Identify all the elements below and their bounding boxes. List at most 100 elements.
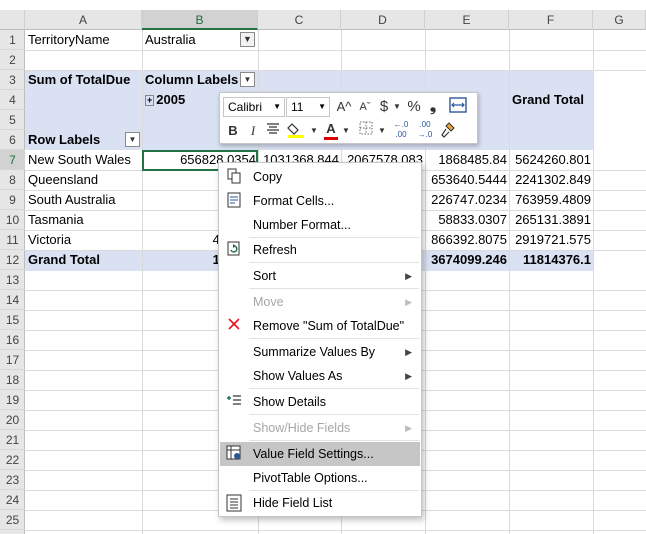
currency-icon[interactable]: $ [377,97,391,117]
value-cell[interactable]: 226747.0234 [425,190,507,210]
grand-total-row-label[interactable]: Grand Total [28,250,140,270]
grand-total-cell[interactable]: 11814376.1 [509,250,591,270]
column-header-f[interactable]: F [509,10,593,30]
row-header[interactable]: 8 [0,170,25,190]
fill-color-icon[interactable] [286,121,308,141]
column-header-d[interactable]: D [341,10,425,30]
filter-field-value[interactable]: Australia [145,30,235,50]
menu-item-show-details[interactable]: Show Details [220,390,420,414]
row-header[interactable]: 2 [0,50,25,70]
menu-item-remove-field[interactable]: Remove "Sum of TotalDue" [220,314,420,338]
menu-item-show-values-as[interactable]: Show Values As ▶ [220,364,420,388]
row-header[interactable]: 7 [0,150,25,170]
menu-label-summarize: Summarize Values By [253,345,376,359]
percent-icon[interactable]: % [405,97,423,117]
menu-label-show-hide-fields: Show/Hide Fields [253,421,351,435]
row-header[interactable]: 1 [0,30,25,50]
row-label[interactable]: New South Wales [28,150,140,170]
filter-field-label[interactable]: TerritoryName [28,30,140,50]
increase-font-icon[interactable]: A^ [335,97,353,117]
value-cell[interactable]: 763959.4809 [509,190,591,210]
decrease-decimal-icon[interactable]: .00 →.0 [414,120,436,140]
column-labels-dropdown-icon[interactable]: ▼ [240,72,255,87]
borders-icon[interactable] [357,121,375,141]
menu-item-format-cells[interactable]: Format Cells... [220,189,420,213]
row-header[interactable]: 17 [0,350,25,370]
row-labels-dropdown-icon[interactable]: ▼ [125,132,140,147]
column-header-b[interactable]: B [142,10,258,30]
menu-item-refresh[interactable]: Refresh [220,238,420,262]
column-header-g[interactable]: G [593,10,646,30]
font-color-icon[interactable]: A [323,119,339,140]
row-header[interactable]: 12 [0,250,25,270]
row-header[interactable]: 10 [0,210,25,230]
chevron-down-icon: ▼ [318,102,326,111]
value-cell[interactable]: 265131.3891 [509,210,591,230]
row-label[interactable]: South Australia [28,190,140,210]
row-header[interactable]: 6 [0,130,25,150]
row-header[interactable]: 20 [0,410,25,430]
row-header[interactable]: 5 [0,110,25,130]
year-2005-label: 2005 [156,92,186,107]
column-labels-header[interactable]: Column Labels [145,70,240,90]
column-header-a[interactable]: A [25,10,142,30]
row-header[interactable]: 19 [0,390,25,410]
chevron-down-icon[interactable]: ▼ [377,121,387,141]
column-header-e[interactable]: E [425,10,509,30]
row-header[interactable]: 11 [0,230,25,250]
row-label[interactable]: Tasmania [28,210,140,230]
row-header[interactable]: 15 [0,310,25,330]
row-header[interactable]: 18 [0,370,25,390]
row-header[interactable]: 22 [0,450,25,470]
merge-center-icon[interactable] [448,97,468,117]
menu-item-summarize-values-by[interactable]: Summarize Values By ▶ [220,340,420,364]
value-cell[interactable]: 866392.8075 [425,230,507,250]
column-header-c[interactable]: C [258,10,341,30]
menu-item-number-format[interactable]: Number Format... [220,213,420,237]
value-cell[interactable]: 2241302.849 [509,170,591,190]
filter-funnel-icon[interactable]: ▼ [240,32,255,47]
font-size-dropdown[interactable]: 11 ▼ [286,97,330,117]
comma-style-icon[interactable]: ❟ [426,97,440,117]
align-center-icon[interactable] [264,121,282,141]
row-header[interactable]: 14 [0,290,25,310]
submenu-arrow-icon: ▶ [405,297,412,307]
value-cell[interactable]: 5624260.801 [509,150,591,170]
chevron-down-icon[interactable]: ▼ [392,97,402,117]
value-cell[interactable]: 58833.0307 [425,210,507,230]
year-2005-header[interactable]: +2005 [145,90,205,110]
menu-item-value-field-settings[interactable]: Value Field Settings... [220,442,420,466]
chevron-down-icon[interactable]: ▼ [341,121,351,141]
row-labels-header[interactable]: Row Labels [28,130,128,150]
row-header[interactable]: 3 [0,70,25,90]
expand-plus-icon[interactable]: + [145,95,155,107]
row-header[interactable]: 24 [0,490,25,510]
font-name-dropdown[interactable]: Calibri ▼ [223,97,285,117]
grand-total-cell[interactable]: 3674099.246 [425,250,507,270]
menu-item-sort[interactable]: Sort ▶ [220,264,420,288]
row-header[interactable]: 21 [0,430,25,450]
chevron-down-icon[interactable]: ▼ [309,121,319,141]
decrease-font-icon[interactable]: Aˇ [356,97,374,117]
row-header[interactable]: 16 [0,330,25,350]
row-header[interactable]: 4 [0,90,25,110]
value-cell[interactable]: 2919721.575 [509,230,591,250]
values-field-label[interactable]: Sum of TotalDue [28,70,140,90]
menu-item-hide-field-list[interactable]: Hide Field List [220,491,420,515]
row-header[interactable]: 9 [0,190,25,210]
value-cell[interactable]: 653640.5444 [425,170,507,190]
format-painter-icon[interactable] [438,121,458,141]
select-all-corner[interactable] [0,10,25,30]
row-header[interactable]: 25 [0,510,25,530]
row-header[interactable]: 13 [0,270,25,290]
increase-decimal-icon[interactable]: ←.0 .00 [390,120,412,140]
row-header[interactable]: 23 [0,470,25,490]
menu-label-show-details: Show Details [253,395,326,409]
bold-icon[interactable]: B [225,121,241,141]
row-label[interactable]: Victoria [28,230,140,250]
menu-item-copy[interactable]: Copy [220,165,420,189]
italic-icon[interactable]: I [246,121,260,141]
value-cell[interactable]: 1868485.84 [425,150,507,170]
menu-item-pivottable-options[interactable]: PivotTable Options... [220,466,420,490]
row-label[interactable]: Queensland [28,170,140,190]
